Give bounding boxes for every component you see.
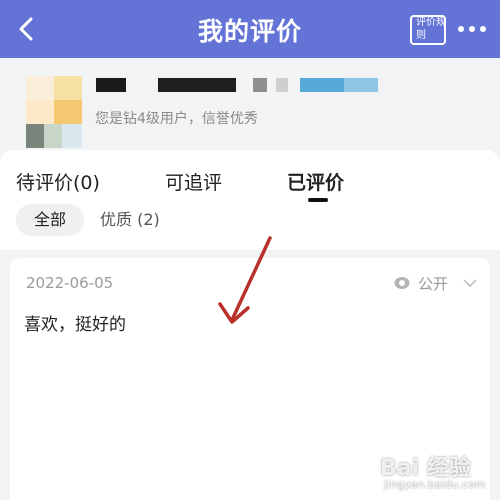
tab-indicator bbox=[308, 198, 328, 202]
top-bar: 我的评价 评价规则 bbox=[0, 0, 500, 58]
rules-label: 评价规则 bbox=[416, 17, 446, 41]
watermark: Bai 经验 jingyan.baidu.com bbox=[360, 448, 500, 500]
annotation-arrow-icon bbox=[218, 236, 272, 324]
visibility-label: 公开 bbox=[418, 275, 449, 293]
eye-icon bbox=[394, 277, 410, 289]
more-dots-icon[interactable] bbox=[456, 22, 488, 36]
chevron-down-icon bbox=[463, 279, 477, 288]
visibility-toggle[interactable]: 公开 bbox=[394, 272, 480, 294]
filter-quality[interactable]: 优质 (2) bbox=[100, 204, 160, 236]
tab-reviewed[interactable]: 已评价 bbox=[287, 168, 344, 195]
user-level-text: 您是钻4级用户，信誉优秀 bbox=[95, 111, 258, 127]
profile-section: 您是钻4级用户，信誉优秀 bbox=[0, 58, 500, 158]
avatar[interactable] bbox=[26, 76, 82, 148]
tab-follow-up[interactable]: 可追评 bbox=[165, 168, 222, 195]
review-text: 喜欢，挺好的 bbox=[24, 315, 126, 335]
tab-pending[interactable]: 待评价(0) bbox=[16, 168, 100, 195]
rules-button[interactable]: 评价规则 bbox=[410, 15, 448, 45]
filter-all[interactable]: 全部 bbox=[16, 204, 84, 236]
review-date: 2022-06-05 bbox=[26, 274, 114, 292]
watermark-url: jingyan.baidu.com bbox=[384, 478, 486, 491]
